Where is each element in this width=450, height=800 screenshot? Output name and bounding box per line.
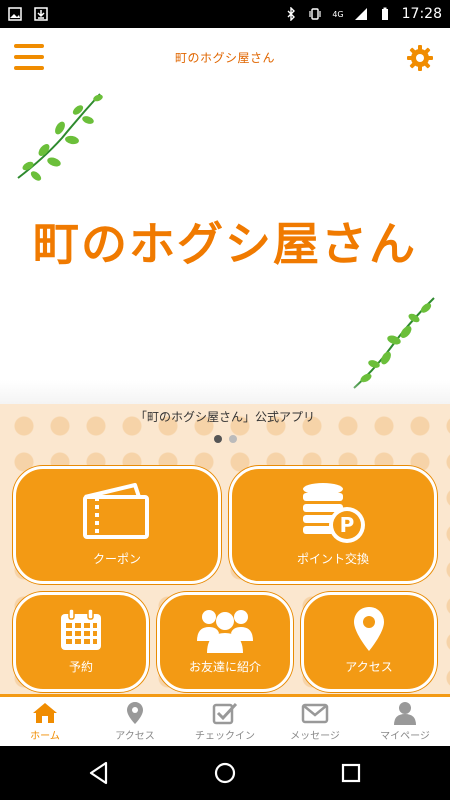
- download-icon: [34, 7, 48, 21]
- nav-label: ホーム: [30, 731, 60, 742]
- carousel-dot-1[interactable]: [213, 435, 222, 443]
- envelope-icon: [301, 703, 329, 724]
- map-pin-icon: [127, 702, 143, 724]
- svg-text:P: P: [340, 513, 355, 537]
- recents-icon[interactable]: [338, 760, 364, 786]
- refer-friend-button[interactable]: お友達に紹介: [157, 592, 293, 692]
- ticket-icon: [83, 483, 149, 539]
- back-icon[interactable]: [86, 760, 112, 786]
- nav-label: マイページ: [380, 731, 430, 742]
- nav-label: メッセージ: [290, 731, 340, 742]
- tile-label: クーポン: [92, 552, 141, 566]
- nav-item-home[interactable]: ホーム: [0, 697, 90, 746]
- home-circle-icon[interactable]: [212, 760, 238, 786]
- gear-icon[interactable]: [406, 44, 434, 72]
- status-time: 17:28: [401, 6, 442, 22]
- network-type: 4G: [332, 9, 344, 19]
- tile-label: アクセス: [345, 660, 393, 674]
- carousel-caption: 「町のホグシ屋さん」公式アプリ: [134, 410, 315, 424]
- nav-item-message[interactable]: メッセージ: [270, 697, 360, 746]
- point-exchange-button[interactable]: P ポイント交換: [229, 466, 437, 584]
- system-nav-bar: [0, 746, 450, 800]
- nav-item-mypage[interactable]: マイページ: [360, 697, 450, 746]
- coupon-button[interactable]: クーポン: [13, 466, 221, 584]
- signal-icon: [354, 8, 367, 20]
- reservation-button[interactable]: 予約: [13, 592, 149, 692]
- user-icon: [394, 702, 416, 725]
- tile-label: 予約: [68, 660, 93, 674]
- nav-item-access[interactable]: アクセス: [90, 697, 180, 746]
- bottom-nav: ホーム アクセス チェックイン メッセージ マイページ: [0, 694, 450, 746]
- people-group-icon: [197, 610, 253, 653]
- vibrate-icon: [309, 8, 321, 20]
- nav-item-checkin[interactable]: チェックイン: [180, 697, 270, 746]
- vine-decoration-icon: [17, 93, 103, 181]
- nav-label: アクセス: [115, 731, 155, 742]
- bluetooth-icon: [287, 7, 296, 21]
- nav-label: チェックイン: [195, 731, 255, 742]
- app-header: 町のホグシ屋さん: [0, 28, 450, 88]
- access-button[interactable]: アクセス: [301, 592, 437, 692]
- map-pin-icon: [354, 607, 384, 651]
- carousel-dots: [0, 435, 450, 443]
- tile-label: お友達に紹介: [188, 660, 261, 674]
- status-bar: 4G 17:28: [0, 0, 450, 28]
- hero-banner: 町のホグシ屋さん: [0, 88, 450, 404]
- menu-area: 「町のホグシ屋さん」公式アプリ クーポン P ポイント交換 予約 お友達に紹介 …: [0, 404, 450, 694]
- image-icon: [8, 7, 22, 21]
- coins-point-icon: P: [303, 483, 365, 543]
- checkbox-icon: [212, 702, 238, 725]
- home-icon: [33, 703, 57, 723]
- battery-icon: [381, 7, 388, 20]
- app-title: 町のホグシ屋さん: [174, 51, 275, 65]
- tile-label: ポイント交換: [296, 552, 369, 566]
- carousel-dot-2[interactable]: [228, 435, 237, 443]
- calendar-icon: [61, 608, 101, 650]
- vine-decoration-icon: [353, 297, 435, 389]
- hero-logo: 町のホグシ屋さん: [33, 217, 417, 271]
